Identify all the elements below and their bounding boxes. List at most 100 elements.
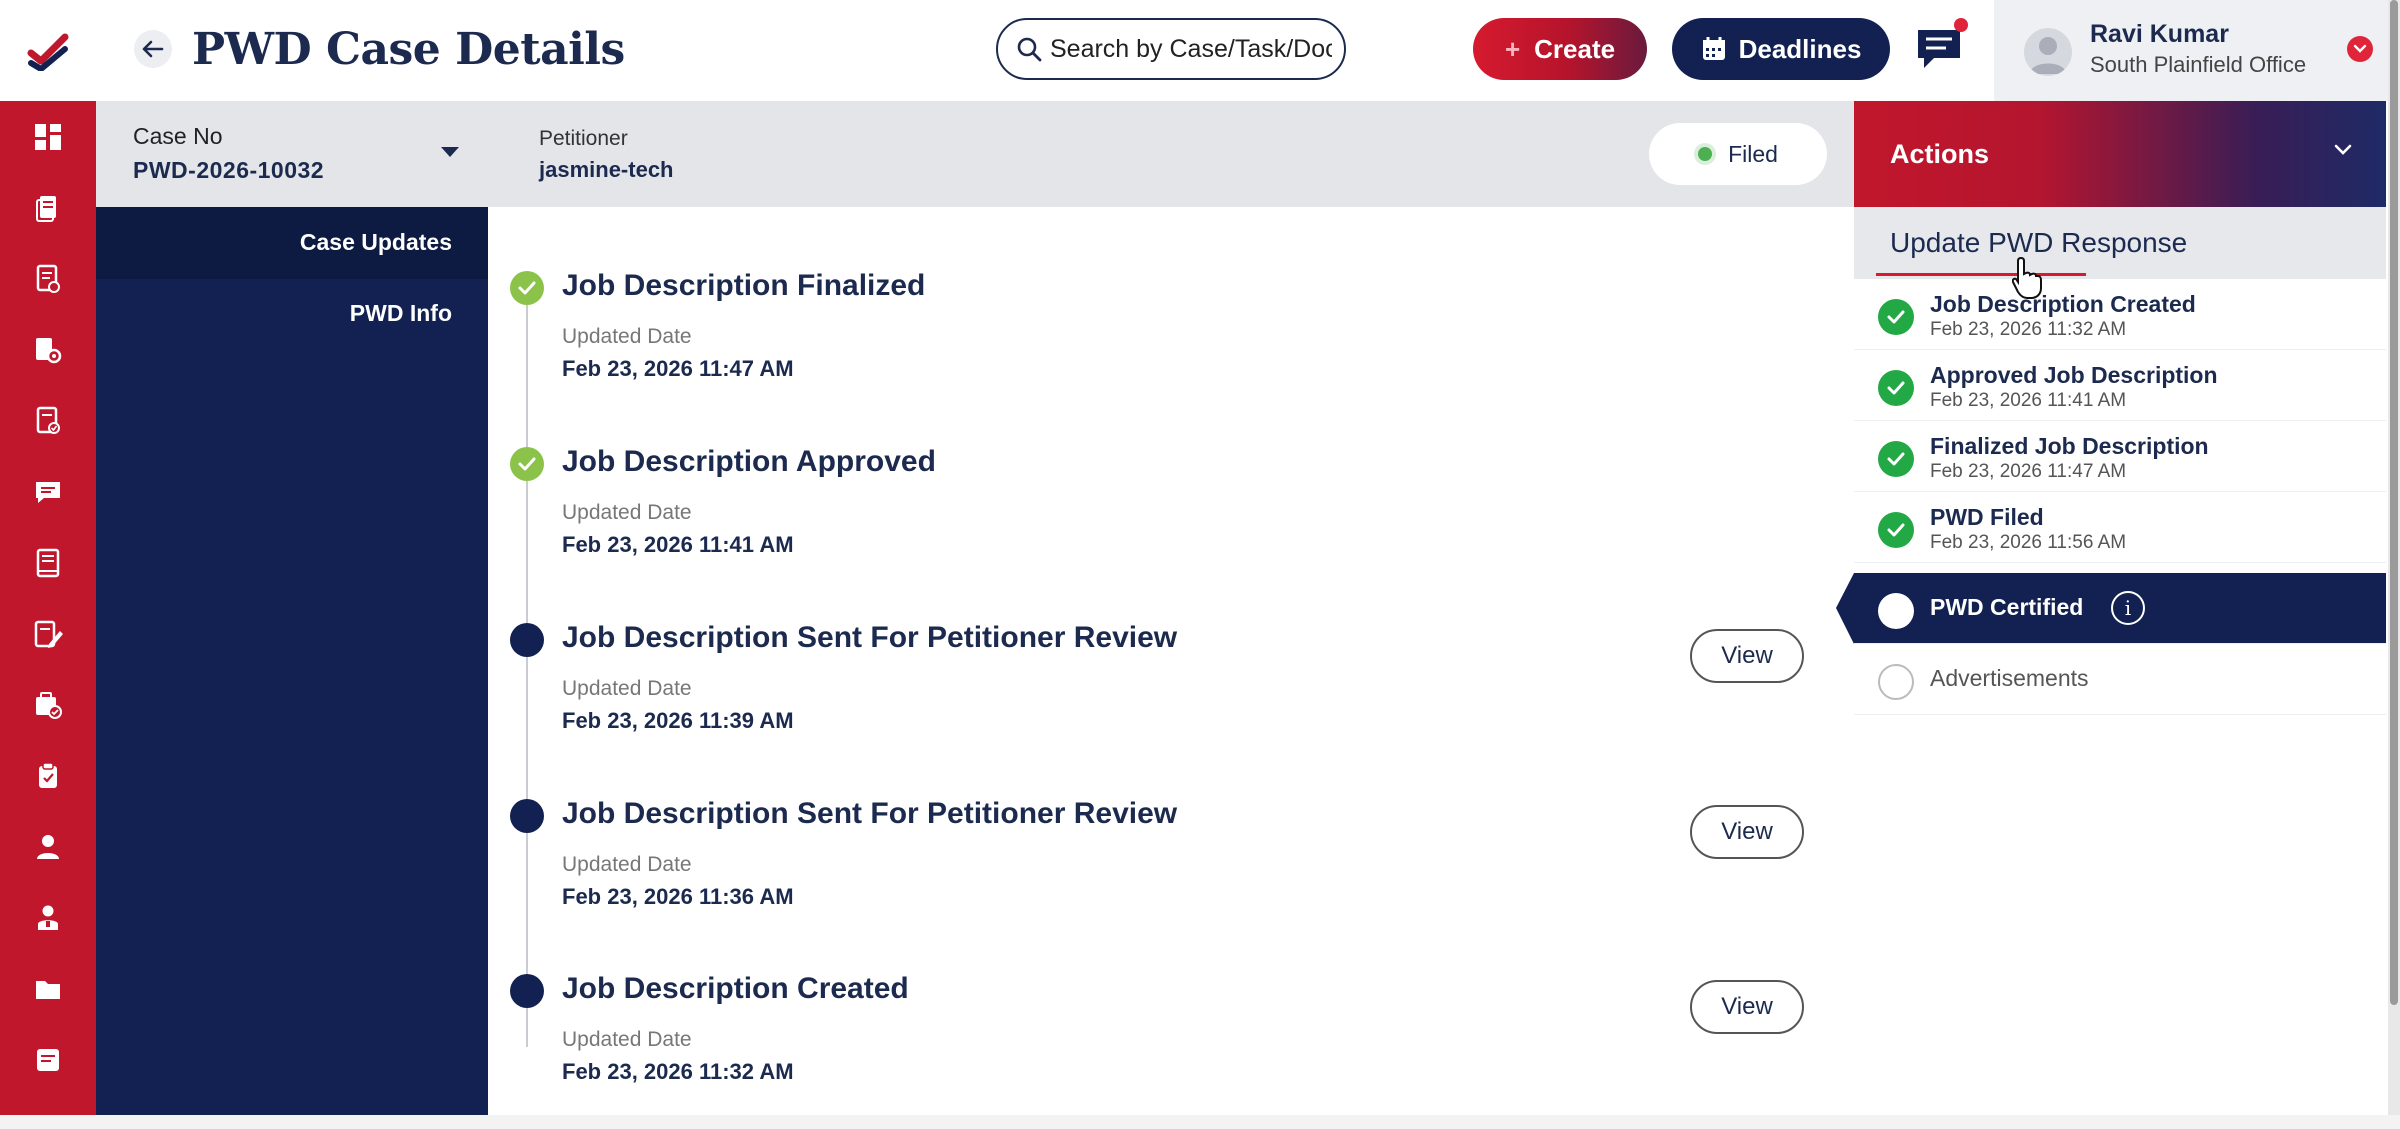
timeline-date-label: Updated Date [562,501,692,524]
create-label: Create [1534,33,1616,64]
timeline-pending-marker [510,623,544,657]
case-no-label: Case No [133,123,223,149]
case-no-value: PWD-2026-10032 [133,157,325,183]
rail-user[interactable] [0,811,96,882]
case-select-caret-icon[interactable] [441,147,459,157]
rail-case-approved[interactable] [0,669,96,740]
timeline-pending-marker [510,799,544,833]
user-name: Ravi Kumar [2090,20,2229,48]
case-subnav: Case Updates PWD Info [96,207,488,1115]
step-advertisements: Advertisements [1854,644,2386,715]
chat-button[interactable] [1914,26,1964,72]
dashboard-icon [35,123,61,150]
petitioner-label: Petitioner [539,127,628,150]
check-icon [518,281,536,295]
plus-icon: + [1504,33,1521,64]
step-date: Feb 23, 2026 11:41 AM [1930,390,2127,411]
step-pwd-filed: PWD Filed Feb 23, 2026 11:56 AM [1854,492,2386,563]
timeline-title: Job Description Finalized [562,269,926,302]
step-current-icon [1878,593,1914,629]
case-updates-timeline: Job Description Finalized Updated Date F… [488,207,1854,1115]
timeline-item: Job Description Sent For Petitioner Revi… [488,609,1854,769]
timeline-item: Job Description Finalized Updated Date F… [488,257,1854,417]
app-root: PWD Case Details + Create Deadlines Ravi… [0,0,2400,1129]
timeline-done-marker [510,271,544,305]
timeline-item: Job Description Approved Updated Date Fe… [488,433,1854,593]
timeline-date-label: Updated Date [562,1028,692,1051]
timeline-date-label: Updated Date [562,677,692,700]
step-job-description-created: Job Description Created Feb 23, 2026 11:… [1854,279,2386,350]
update-pwd-response-button[interactable]: Update PWD Response [1854,207,2386,279]
timeline-date: Feb 23, 2026 11:41 AM [562,532,794,557]
rail-documents[interactable] [0,172,96,243]
status-badge: Filed [1649,123,1827,185]
rail-messages[interactable] [0,456,96,527]
timeline-done-marker [510,447,544,481]
step-approved-job-description: Approved Job Description Feb 23, 2026 11… [1854,350,2386,421]
rail-clipboard[interactable] [0,740,96,811]
rail-approved-docs[interactable] [0,385,96,456]
rail-case-list[interactable] [0,243,96,314]
rail-dashboard[interactable] [0,101,96,172]
book-icon [36,548,60,577]
step-done-icon [1878,299,1914,335]
actions-title: Actions [1890,139,1990,169]
status-dot-icon [1698,147,1713,161]
chevron-down-icon [2353,44,2367,53]
actions-header[interactable]: Actions [1854,101,2386,207]
step-name: Finalized Job Description [1930,433,2209,459]
user-office: South Plainfield Office [2090,52,2307,77]
step-done-icon [1878,370,1914,406]
info-icon[interactable]: i [2111,591,2145,625]
app-logo[interactable] [0,0,96,101]
documents-icon [36,195,56,222]
messages-icon [36,481,60,503]
timeline-date: Feb 23, 2026 11:36 AM [562,884,794,909]
subnav-item-case-updates[interactable]: Case Updates [300,229,452,256]
update-underline [1876,273,2086,276]
back-button[interactable] [134,30,172,68]
timeline-date: Feb 23, 2026 11:39 AM [562,708,794,733]
step-pwd-certified[interactable]: PWD Certified i [1836,573,2386,644]
step-done-icon [1878,441,1914,477]
case-list-icon [36,264,60,293]
timeline-item: Job Description Sent For Petitioner Revi… [488,785,1854,945]
rail-case-settings[interactable] [0,314,96,385]
user-dropdown-toggle[interactable] [2347,36,2373,62]
rail-contact[interactable] [0,882,96,953]
search-icon [1017,37,1042,62]
user-menu[interactable]: Ravi Kumar South Plainfield Office [1994,0,2388,101]
search-box[interactable] [996,18,1346,80]
check-icon [518,457,536,471]
timeline-date: Feb 23, 2026 11:47 AM [562,356,794,381]
user-avatar-icon [2030,37,2066,74]
rail-folder[interactable] [0,953,96,1024]
chevron-down-icon [2334,144,2352,155]
timeline-item: Job Description Created Updated Date Feb… [488,960,1854,1120]
clipboard-icon [39,761,57,788]
timeline-title: Job Description Approved [562,445,936,478]
bottom-strip [0,1115,2400,1129]
step-name: PWD Certified [1930,594,2084,620]
step-name: Advertisements [1930,665,2089,691]
edit-form-icon [34,620,63,648]
create-button[interactable]: + Create [1473,18,1647,80]
rail-edit-form[interactable] [0,598,96,669]
avatar [2024,28,2072,76]
timeline-date: Feb 23, 2026 11:32 AM [562,1059,794,1084]
step-name: Approved Job Description [1930,362,2218,388]
step-date: Feb 23, 2026 11:32 AM [1930,319,2127,340]
folder-icon [36,980,60,999]
view-button[interactable]: View [1690,629,1804,683]
view-button[interactable]: View [1690,805,1804,859]
page-title: PWD Case Details [192,24,625,75]
deadlines-button[interactable]: Deadlines [1672,18,1890,80]
view-button[interactable]: View [1690,980,1804,1034]
subnav-item-pwd-info[interactable]: PWD Info [350,300,452,327]
deadlines-label: Deadlines [1738,33,1862,64]
search-input[interactable] [1050,34,1332,64]
rail-notes[interactable] [0,1024,96,1095]
rail-book[interactable] [0,527,96,598]
vertical-scrollbar-thumb[interactable] [2390,0,2398,1005]
status-text: Filed [1728,140,1778,167]
